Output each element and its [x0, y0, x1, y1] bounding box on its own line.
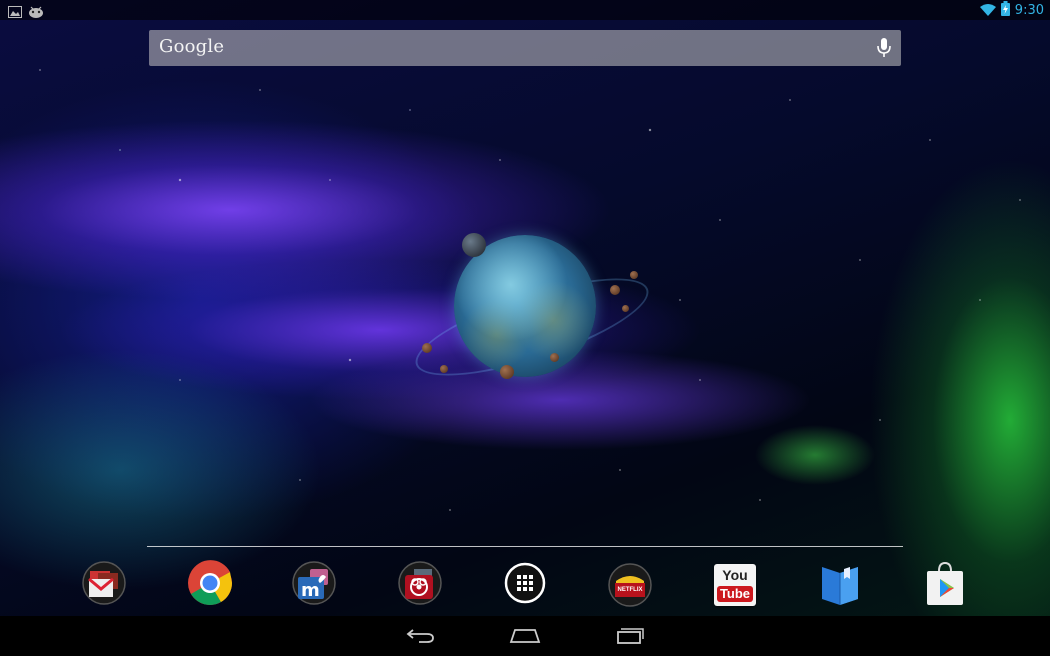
- home-button[interactable]: [505, 624, 545, 650]
- asteroid: [550, 353, 559, 362]
- gmail-folder[interactable]: [78, 559, 130, 611]
- wallpaper-planet: [400, 225, 660, 396]
- play-books-app[interactable]: [814, 559, 866, 611]
- asteroid: [440, 365, 448, 373]
- play-store-app[interactable]: [919, 559, 971, 611]
- netflix-label: NETFLIX: [617, 587, 643, 593]
- netflix-folder-icon: NETFLIX: [606, 561, 654, 609]
- youtube-icon: You Tube: [714, 564, 756, 606]
- wifi-icon: [979, 1, 996, 20]
- netflix-folder[interactable]: NETFLIX: [604, 559, 656, 611]
- gallery-notification-icon: [8, 3, 22, 22]
- youtube-label-bottom: Tube: [716, 586, 754, 602]
- plague-folder[interactable]: [394, 559, 446, 611]
- back-icon: [405, 627, 435, 647]
- gmail-folder-icon: [80, 559, 128, 611]
- asteroid: [630, 271, 638, 279]
- chrome-app[interactable]: [184, 559, 236, 611]
- chrome-icon: [186, 559, 234, 611]
- recent-apps-button[interactable]: [610, 624, 650, 650]
- recent-apps-icon: [615, 626, 645, 648]
- dock-divider: [147, 546, 903, 547]
- play-books-icon: [816, 559, 864, 611]
- back-button[interactable]: [400, 624, 440, 650]
- navigation-bar: [0, 616, 1050, 656]
- status-time: 9:30: [1014, 2, 1044, 18]
- all-apps-icon: [503, 561, 547, 609]
- svg-text:m: m: [301, 580, 320, 601]
- plague-folder-icon: [396, 559, 444, 611]
- asteroid: [610, 285, 620, 295]
- moon: [462, 233, 486, 257]
- asteroid: [500, 365, 514, 379]
- android-notification-icon: [28, 3, 44, 22]
- home-icon: [509, 627, 541, 647]
- asteroid: [422, 343, 432, 353]
- messenger-folder-icon: m: [290, 559, 338, 611]
- home-screen: 9:30 Google m NETFLIX You Tube: [0, 0, 1050, 656]
- play-store-icon: [921, 559, 969, 611]
- youtube-label-top: You: [722, 567, 748, 583]
- asteroid: [622, 305, 629, 312]
- youtube-app[interactable]: You Tube: [709, 559, 761, 611]
- mic-icon[interactable]: [877, 38, 891, 62]
- search-label: Google: [159, 36, 225, 57]
- battery-charging-icon: [1000, 1, 1010, 20]
- messenger-folder[interactable]: m: [288, 559, 340, 611]
- dock: m NETFLIX You Tube: [0, 555, 1050, 615]
- all-apps-button[interactable]: [499, 559, 551, 611]
- google-search-bar[interactable]: Google: [149, 30, 901, 66]
- status-bar[interactable]: 9:30: [0, 0, 1050, 20]
